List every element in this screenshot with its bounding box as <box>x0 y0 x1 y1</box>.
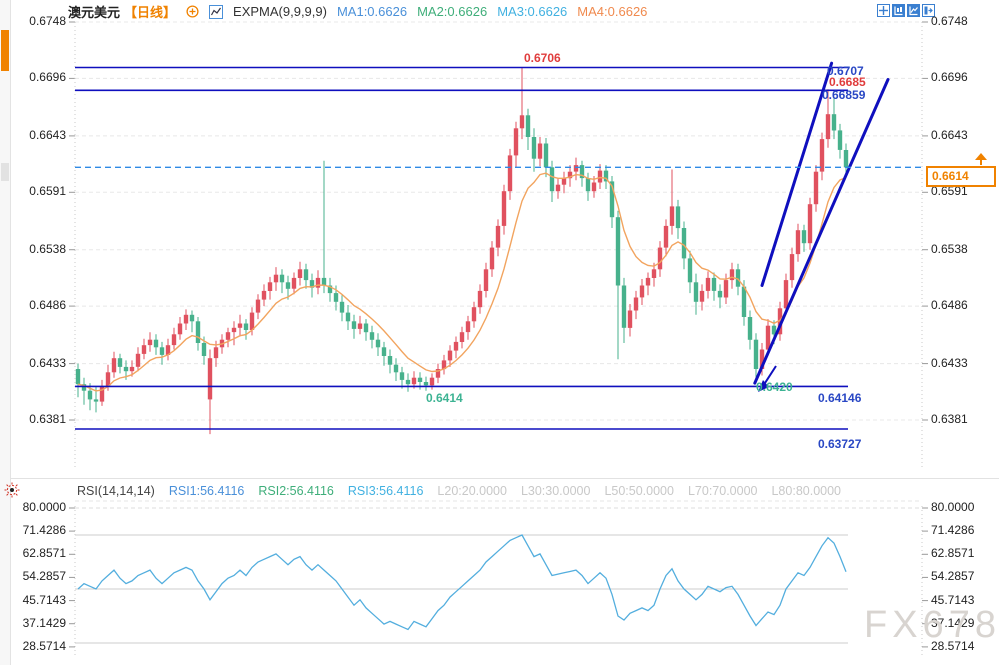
axis-label: 0.6748 <box>931 14 968 29</box>
current-price-tag: 0.6614 <box>926 166 996 187</box>
axis-label: 62.8571 <box>20 546 66 561</box>
axis-label: 0.6591 <box>20 184 66 199</box>
period-label: 【日线】 <box>124 2 176 21</box>
support-label-b: 0.6420 <box>756 380 793 394</box>
axis-label: 80.0000 <box>931 500 974 515</box>
rsi3-value: RSI3:56.4116 <box>348 484 424 498</box>
axis-label: 28.5714 <box>20 639 66 654</box>
ma2-value: MA2:0.6626 <box>417 4 487 19</box>
axis-label: 0.6643 <box>20 128 66 143</box>
axis-label: 0.6433 <box>931 356 968 371</box>
axis-label: 71.4286 <box>20 523 66 538</box>
chart-toolbar <box>877 4 935 17</box>
channel-high-price-label: 0.66859 <box>822 88 865 102</box>
resistance-label-mid: 0.6685 <box>829 75 866 89</box>
axis-label: 0.6381 <box>931 412 968 427</box>
axis-label: 71.4286 <box>931 523 974 538</box>
rsi-l70-value: L70:70.0000 <box>688 484 758 498</box>
left-scrollbar-thumb[interactable] <box>1 30 9 71</box>
crosshair-icon[interactable] <box>877 4 890 17</box>
support-label-a: 0.6414 <box>426 391 463 405</box>
add-indicator-icon[interactable] <box>186 5 199 18</box>
rsi1-value: RSI1:56.4116 <box>169 484 245 498</box>
resistance-label-top: 0.6706 <box>524 51 561 65</box>
chart-app: 澳元美元 【日线】 EXPMA(9,9,9,9) MA1:0.6626 MA2:… <box>0 0 999 665</box>
axis-label: 54.2857 <box>931 569 974 584</box>
ma3-value: MA3:0.6626 <box>497 4 567 19</box>
axis-label: 62.8571 <box>931 546 974 561</box>
rsi-l20-value: L20:20.0000 <box>437 484 507 498</box>
axis-label: 54.2857 <box>20 569 66 584</box>
alert-icon[interactable] <box>4 482 20 498</box>
ma4-value: MA4:0.6626 <box>577 4 647 19</box>
ma1-value: MA1:0.6626 <box>337 4 407 19</box>
rsi2-value: RSI2:56.4116 <box>258 484 334 498</box>
axis-label: 0.6381 <box>20 412 66 427</box>
axis-label: 0.6433 <box>20 356 66 371</box>
line-panel-icon[interactable] <box>907 4 920 17</box>
fx678-watermark: FX678 <box>864 604 999 647</box>
axis-label: 0.6486 <box>931 298 968 313</box>
rsi-l30-value: L30:30.0000 <box>521 484 591 498</box>
candlestick-panel-icon[interactable] <box>892 4 905 17</box>
rsi-l80-value: L80:80.0000 <box>771 484 841 498</box>
chart-header: 澳元美元 【日线】 EXPMA(9,9,9,9) MA1:0.6626 MA2:… <box>68 3 647 20</box>
rsi-title: RSI(14,14,14) <box>77 484 155 498</box>
support-label-bottom: 0.63727 <box>818 437 861 451</box>
price-alert-arrow-icon <box>971 151 991 167</box>
axis-label: 0.6643 <box>931 128 968 143</box>
axis-label: 0.6696 <box>931 70 968 85</box>
rsi-header: RSI(14,14,14) RSI1:56.4116 RSI2:56.4116 … <box>77 484 841 498</box>
axis-label: 0.6696 <box>20 70 66 85</box>
left-scroll-strip <box>0 0 11 665</box>
axis-label: 37.1429 <box>20 616 66 631</box>
indicator-label: EXPMA(9,9,9,9) <box>233 4 327 19</box>
symbol-name: 澳元美元 <box>68 2 120 21</box>
panel-divider <box>10 478 999 479</box>
channel-low-price-label: 0.64146 <box>818 391 861 405</box>
axis-label: 0.6486 <box>20 298 66 313</box>
axis-label: 0.6538 <box>20 242 66 257</box>
axis-label: 0.6748 <box>20 14 66 29</box>
indicator-chart-icon <box>209 5 223 19</box>
left-scrollbar-mark <box>1 163 9 181</box>
axis-label: 80.0000 <box>20 500 66 515</box>
axis-label: 45.7143 <box>20 593 66 608</box>
rsi-l50-value: L50:50.0000 <box>604 484 674 498</box>
axis-label: 0.6538 <box>931 242 968 257</box>
